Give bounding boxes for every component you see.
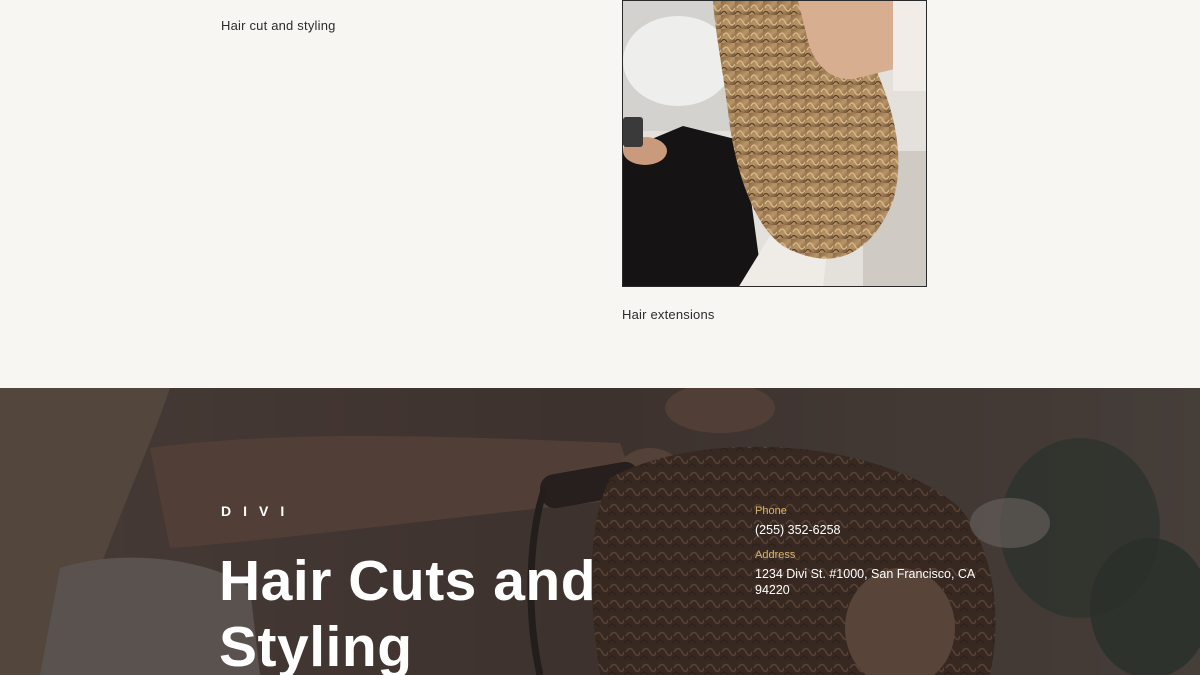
contact-info: Phone (255) 352-6258 Address 1234 Divi S…	[755, 505, 995, 609]
page: Hair cut and styling Hair extensions DIV…	[0, 0, 1200, 675]
phone-label: Phone	[755, 505, 787, 517]
address-label: Address	[755, 549, 796, 561]
gallery-caption-extensions: Hair extensions	[622, 307, 715, 322]
hair-extensions-photo[interactable]	[622, 0, 927, 287]
brand-logo-text[interactable]: DIVI	[221, 503, 296, 519]
phone-number[interactable]: (255) 352-6258	[755, 522, 995, 538]
hero-title: Hair Cuts and Styling	[219, 549, 597, 675]
gallery-caption-haircut: Hair cut and styling	[221, 18, 336, 33]
gallery-section: Hair cut and styling Hair extensions	[0, 0, 1200, 388]
hero-section: DIVI Hair Cuts and Styling Phone (255) 3…	[0, 388, 1200, 675]
address-text: 1234 Divi St. #1000, San Francisco, CA 9…	[755, 567, 975, 597]
hair-extensions-image	[623, 1, 926, 286]
